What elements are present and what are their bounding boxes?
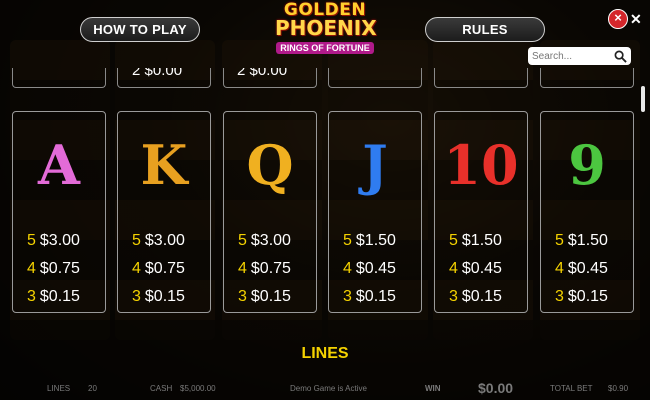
cash-label: CASH	[150, 383, 173, 393]
total-bet-value: $0.90	[608, 383, 629, 393]
symbol-card-j: J 5 $1.50 4 $0.45 3 $0.15	[328, 111, 422, 313]
game-logo: GOLDEN PHOENIX RINGS OF FORTUNE	[275, 2, 377, 57]
how-to-play-button[interactable]: HOW TO PLAY	[80, 17, 200, 42]
close-icon[interactable]: ✕	[630, 11, 642, 28]
pay-row: 5 $3.00	[132, 232, 185, 249]
logo-line3: RINGS OF FORTUNE	[276, 42, 374, 54]
pay-row: 4 $0.45	[343, 260, 396, 277]
partial-card	[328, 68, 422, 88]
pay-row: 3 $0.15	[449, 288, 502, 305]
pay-row: 4 $0.75	[238, 260, 291, 277]
search-icon[interactable]	[614, 50, 627, 63]
partial-card	[540, 68, 634, 88]
pay-row: 3 $0.15	[132, 288, 185, 305]
lines-value: 20	[88, 383, 97, 393]
pay-row: 3 $0.15	[238, 288, 291, 305]
total-bet-label: TOTAL BET	[550, 383, 593, 393]
partial-card	[434, 68, 528, 88]
symbol-glyph: J	[362, 133, 388, 197]
symbol-glyph: Q	[246, 133, 294, 197]
pay-row: 3 $0.15	[27, 288, 80, 305]
scrollbar-thumb[interactable]	[641, 86, 645, 112]
partial-pay: 2 $0.00	[132, 68, 183, 79]
symbol-card-k: K 5 $3.00 4 $0.75 3 $0.15	[117, 111, 211, 313]
close-button[interactable]: ×	[608, 9, 628, 29]
rules-button[interactable]: RULES	[425, 17, 545, 42]
section-heading-lines: LINES	[301, 345, 349, 362]
symbol-glyph: 10	[443, 133, 519, 197]
demo-status: Demo Game is Active	[290, 383, 367, 393]
win-label: WIN	[425, 383, 441, 393]
cash-value: $5,000.00	[180, 383, 216, 393]
pay-row: 5 $1.50	[555, 232, 608, 249]
pay-row: 4 $0.75	[132, 260, 185, 277]
symbol-card-q: Q 5 $3.00 4 $0.75 3 $0.15	[223, 111, 317, 313]
pay-row: 5 $3.00	[27, 232, 80, 249]
win-value: $0.00	[478, 380, 514, 396]
pay-row: 4 $0.45	[555, 260, 608, 277]
lines-label: LINES	[47, 383, 71, 393]
pay-row: 4 $0.45	[449, 260, 502, 277]
pay-row: 3 $0.15	[343, 288, 396, 305]
game-status-bar: LINES 20 CASH $5,000.00 Demo Game is Act…	[0, 376, 650, 400]
logo-line2: PHOENIX	[275, 16, 377, 40]
pay-row: 3 $0.15	[555, 288, 608, 305]
symbol-glyph: K	[140, 133, 188, 197]
pay-row: 4 $0.75	[27, 260, 80, 277]
partial-card	[12, 68, 106, 88]
partial-pay: 2 $0.00	[237, 68, 288, 79]
symbol-card-10: 10 5 $1.50 4 $0.45 3 $0.15	[434, 111, 528, 313]
pay-row: 5 $1.50	[449, 232, 502, 249]
paytable-scroll-area[interactable]: 2 $0.00 2 $0.00 A 5 $3.00 4 $0.75 3 $0.15 K…	[0, 68, 642, 368]
search-box[interactable]	[528, 47, 631, 65]
search-input[interactable]	[532, 50, 612, 62]
pay-row: 5 $3.00	[238, 232, 291, 249]
pay-row: 5 $1.50	[343, 232, 396, 249]
symbol-glyph: 9	[568, 133, 606, 197]
symbol-card-a: A 5 $3.00 4 $0.75 3 $0.15	[12, 111, 106, 313]
symbol-card-9: 9 5 $1.50 4 $0.45 3 $0.15	[540, 111, 634, 313]
symbol-glyph: A	[38, 133, 80, 197]
